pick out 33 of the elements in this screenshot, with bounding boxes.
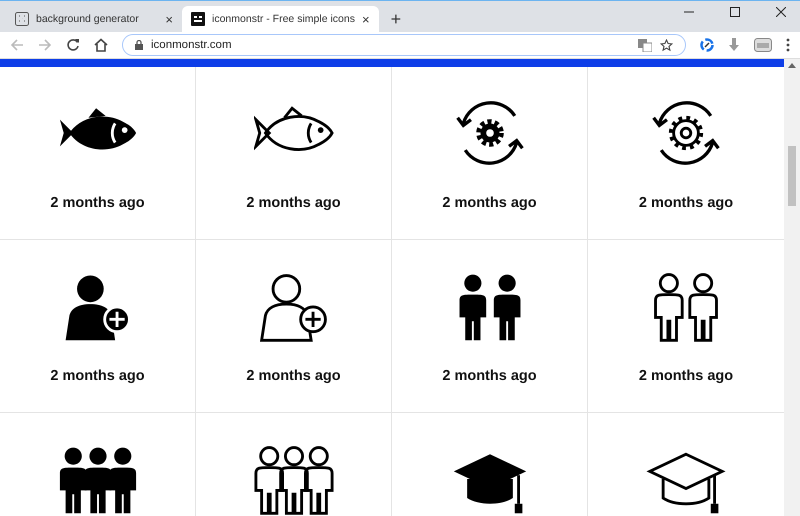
home-icon[interactable] — [94, 38, 108, 52]
address-bar[interactable]: iconmonstr.com — [122, 34, 686, 56]
favicon-icon — [15, 12, 29, 26]
new-tab-button[interactable]: + — [390, 8, 402, 30]
lock-icon — [135, 40, 143, 50]
browser-tab[interactable]: iconmonstr - Free simple icons × — [182, 6, 379, 32]
tab-close-button[interactable]: × — [362, 12, 370, 26]
tab-title: iconmonstr - Free simple icons — [212, 13, 355, 25]
upload-time: 2 months ago — [442, 195, 537, 211]
close-icon[interactable] — [776, 7, 786, 17]
upload-time: 2 months ago — [50, 195, 145, 211]
scrollbar-thumb[interactable] — [788, 146, 796, 206]
profile-icon[interactable] — [754, 38, 772, 52]
reload-icon[interactable] — [66, 38, 80, 52]
favicon-icon — [191, 12, 205, 26]
upload-time: 2 months ago — [638, 195, 734, 211]
scrollbar[interactable] — [784, 59, 800, 516]
menu-icon[interactable] — [786, 38, 790, 52]
upload-time: 2 months ago — [246, 195, 341, 211]
upload-time: 2 months ago — [638, 368, 734, 384]
browser-tab[interactable]: background generator × — [6, 6, 182, 32]
extension-icon[interactable] — [700, 38, 714, 52]
download-icon[interactable] — [728, 38, 740, 52]
maximize-icon[interactable] — [730, 7, 740, 17]
translate-icon[interactable] — [638, 38, 652, 52]
upload-time: 2 months ago — [442, 368, 537, 384]
scroll-up-icon[interactable] — [788, 63, 796, 68]
tab-title: background generator — [36, 13, 140, 25]
url-text: iconmonstr.com — [151, 39, 232, 51]
star-icon[interactable] — [660, 38, 673, 52]
upload-time: 2 months ago — [246, 368, 341, 384]
tab-close-button[interactable]: × — [165, 12, 173, 26]
upload-time: 2 months ago — [50, 368, 145, 384]
